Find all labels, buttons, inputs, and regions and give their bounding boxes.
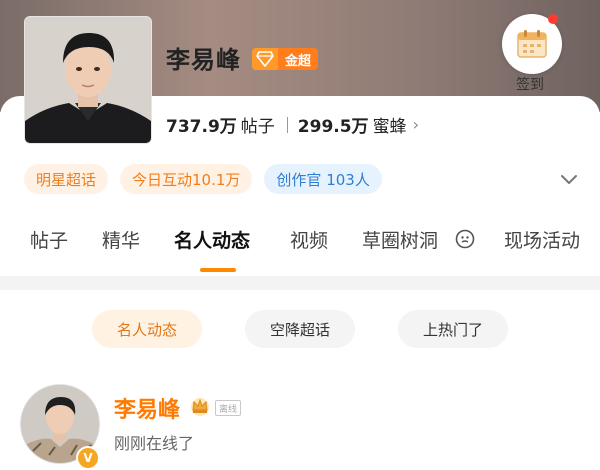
checkin-label: 签到 bbox=[516, 77, 544, 93]
pill-daily-interaction[interactable]: 今日互动10.1万 bbox=[120, 164, 253, 194]
chevron-right-icon: › bbox=[412, 115, 419, 134]
chip-airdrop[interactable]: 空降超话 bbox=[245, 310, 355, 348]
tab-bar: 帖子 精华 名人动态 视频 草圈树洞 现场活动 bbox=[0, 226, 600, 276]
tab-treehole-label: 草圈树洞 bbox=[362, 230, 439, 252]
tab-highlights[interactable]: 精华 bbox=[102, 226, 140, 253]
checkin-button[interactable] bbox=[502, 14, 562, 74]
offline-status-tag: 离线 bbox=[215, 400, 242, 416]
verified-badge-icon: V bbox=[76, 446, 100, 470]
tab-videos[interactable]: 视频 bbox=[290, 226, 328, 253]
diamond-icon bbox=[252, 48, 278, 70]
chevron-down-icon[interactable] bbox=[558, 168, 580, 190]
fans-count: 299.5万 bbox=[297, 117, 369, 137]
section-divider bbox=[0, 276, 600, 290]
level-badge-label: 金超 bbox=[278, 48, 319, 70]
calendar-icon bbox=[517, 30, 547, 58]
pill-creators[interactable]: 创作官 103人 bbox=[264, 164, 382, 194]
pill-star-topic[interactable]: 明星超话 bbox=[24, 164, 109, 194]
chip-trending[interactable]: 上热门了 bbox=[398, 310, 508, 348]
profile-avatar[interactable] bbox=[24, 16, 152, 144]
profile-name: 李易峰 bbox=[166, 46, 241, 74]
tab-celebrity-updates[interactable]: 名人动态 bbox=[174, 226, 250, 253]
ghost-icon bbox=[455, 229, 475, 249]
stats-divider bbox=[286, 116, 288, 133]
posts-unit: 帖子 bbox=[240, 117, 275, 137]
info-pills: 明星超话 今日互动10.1万 创作官 103人 bbox=[24, 164, 382, 194]
post-author-name[interactable]: 李易峰 bbox=[114, 392, 180, 424]
post-status-text: 刚刚在线了 bbox=[114, 434, 195, 453]
crown-icon bbox=[191, 398, 209, 416]
level-badge[interactable]: 金超 bbox=[252, 48, 319, 70]
tab-posts[interactable]: 帖子 bbox=[30, 226, 68, 253]
profile-stats[interactable]: 737.9万 帖子 299.5万 蜜蜂 › bbox=[166, 112, 419, 137]
notification-dot bbox=[548, 14, 558, 24]
fans-unit: 蜜蜂 bbox=[372, 117, 407, 137]
tab-live-events[interactable]: 现场活动 bbox=[504, 226, 580, 253]
tab-treehole[interactable]: 草圈树洞 bbox=[362, 226, 438, 253]
active-tab-indicator bbox=[200, 268, 236, 272]
posts-count: 737.9万 bbox=[166, 117, 237, 137]
chip-celebrity-updates[interactable]: 名人动态 bbox=[92, 310, 202, 348]
